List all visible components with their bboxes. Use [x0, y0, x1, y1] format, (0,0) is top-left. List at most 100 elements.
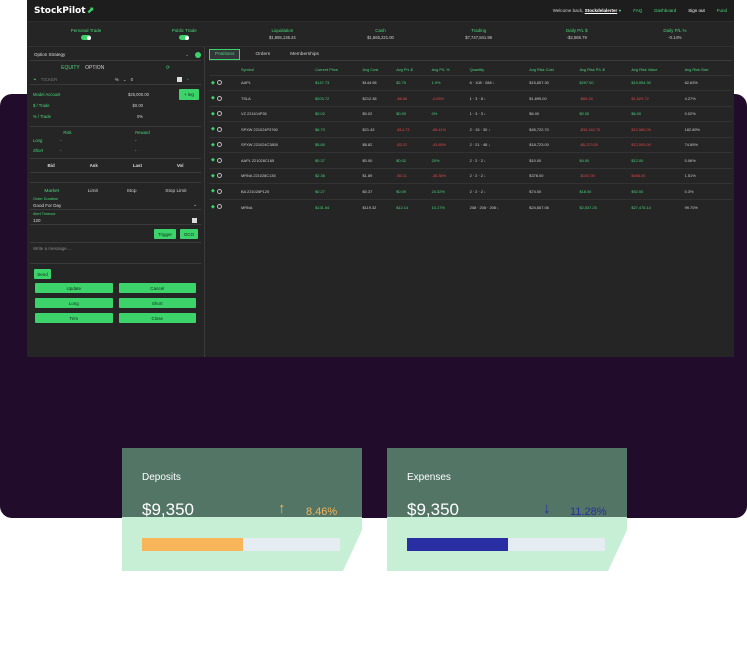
percent-symbol: %	[114, 77, 119, 82]
cell-plpct: 20%	[429, 152, 468, 168]
expand-icon[interactable]: ◆	[211, 142, 215, 148]
short-reward: -	[135, 147, 137, 153]
tab-memberships[interactable]: Memberships	[285, 50, 324, 59]
row-controls: ◆	[209, 167, 239, 184]
row-radio[interactable]	[216, 95, 222, 101]
cell-pl: -$3.22	[394, 136, 430, 153]
expand-icon[interactable]: ◆	[211, 126, 215, 132]
stat-label: Trading	[471, 28, 487, 33]
quantity-value[interactable]: 0	[131, 77, 134, 82]
row-radio[interactable]	[216, 142, 222, 148]
table-row[interactable]: ◆ BA 221028P125 $0.27 $0.37 $0.09 24.32% 2 · 2…	[209, 183, 732, 199]
ticker-input[interactable]	[40, 77, 111, 82]
username-link[interactable]: Stockdelalerter	[585, 8, 618, 13]
column-header[interactable]: Avg P/L $	[394, 65, 429, 75]
table-row[interactable]: ◆ MRNA 221028C135 $2.36 $1.89 -$0.11 -38.36% 2…	[209, 167, 732, 184]
column-header[interactable]: Current Price	[313, 65, 360, 75]
expand-icon[interactable]: ◆	[211, 173, 215, 179]
card-header: Expenses $9,350 ↓ 11.28%	[387, 448, 627, 519]
per-trade-value[interactable]: $0.00	[133, 103, 143, 108]
row-radio[interactable]	[216, 188, 222, 194]
column-header[interactable]: Quantity	[468, 65, 528, 75]
cancel-button[interactable]: Cancel	[118, 283, 196, 293]
equity-option[interactable]: EQUITY	[61, 65, 80, 71]
expand-icon[interactable]: ◆	[211, 95, 215, 101]
strategy-select[interactable]: Option Strategy ⌄	[30, 49, 201, 61]
update-button[interactable]: Update	[35, 283, 113, 293]
chart-icon[interactable]: ◔	[186, 77, 189, 82]
long-button[interactable]: Long	[35, 298, 113, 308]
expand-icon[interactable]: ◆	[211, 80, 215, 86]
chevron-down-icon[interactable]: ⌄	[123, 77, 127, 83]
column-header[interactable]: Avg P/L %	[430, 65, 468, 75]
expand-icon[interactable]: ◆	[211, 204, 215, 210]
column-header[interactable]: Symbol	[239, 65, 313, 75]
close-button[interactable]: Close	[118, 313, 196, 323]
public-trade-toggle[interactable]	[179, 35, 190, 40]
short-button[interactable]: Short	[118, 298, 196, 308]
cell-cost: $1.89	[360, 167, 395, 184]
refresh-icon[interactable]: ⟳	[166, 65, 170, 71]
alert-timeout-checkbox[interactable]	[192, 217, 197, 223]
cell-price: $0.27	[313, 183, 361, 199]
trim-button[interactable]: Trim	[35, 313, 113, 323]
table-row[interactable]: ◆ MRNA $131.54 $119.32 $12.14 10.17% 208 · 208…	[209, 198, 732, 215]
tab-orders[interactable]: Orders	[250, 50, 275, 59]
expand-icon[interactable]: ◆	[211, 111, 215, 117]
column-header[interactable]: Avg Risk Value	[629, 65, 682, 75]
column-header[interactable]: Avg Risk Cost	[527, 65, 577, 75]
progress-fill	[407, 538, 508, 551]
order-type-stop-limit[interactable]: Stop Limit	[165, 189, 186, 194]
send-button[interactable]: Send	[34, 269, 51, 279]
row-radio[interactable]	[216, 111, 222, 117]
cell-rval: $92.00	[629, 183, 683, 199]
add-leg-button[interactable]: + leg	[179, 89, 199, 100]
long-row: Long - -	[30, 135, 201, 145]
table-row[interactable]: ◆ VZ 221104P35 $0.02 $0.02 $0.00 0% 1 · 3 · 3 …	[209, 105, 732, 122]
table-row[interactable]: ◆ SPXW 221024C3800 $5.60 $8.82 -$3.22 -43.65%…	[209, 136, 732, 153]
cell-price: $131.54	[313, 198, 361, 215]
column-header[interactable]: Avg Cost	[361, 65, 395, 75]
table-row[interactable]: ◆ AAPL $147.73 $144.98 $2.75 1.9% 6 · 108 · 28…	[209, 74, 732, 91]
table-row[interactable]: ◆ TSLA $203.72 $212.38 -$8.66 -4.08% 1 · 3 · 8…	[209, 90, 732, 106]
row-radio[interactable]	[216, 126, 222, 132]
message-input[interactable]: Write a message ...	[30, 242, 201, 264]
table-row[interactable]: ◆ SPXW 221024P3760 $6.70 $21.43 -$14.73 -68.4…	[209, 121, 732, 137]
cell-symbol: MRNA	[239, 198, 314, 215]
personal-trade-toggle[interactable]	[81, 35, 92, 40]
row-radio[interactable]	[216, 157, 222, 163]
pct-trade-value[interactable]: 0%	[137, 114, 143, 119]
stat-cash: Cash $1,665,221.00	[331, 28, 429, 40]
ticker-row: ⚭ % ⌄ 0 ◔	[30, 75, 201, 85]
cell-plpct: -43.65%	[429, 136, 468, 153]
nav-faq[interactable]: FAQ	[633, 8, 642, 13]
trigger-button[interactable]: Trigger	[154, 229, 176, 239]
oco-button[interactable]: OCO	[180, 229, 198, 239]
tab-positions[interactable]: Positions	[209, 49, 241, 60]
option-option[interactable]: OPTION	[85, 65, 104, 71]
nav-sign-out[interactable]: Sign out	[688, 8, 705, 13]
order-type-market[interactable]: Market	[44, 189, 59, 194]
ticker-checkbox[interactable]	[177, 77, 183, 82]
order-type-stop[interactable]: Stop	[127, 189, 137, 194]
expand-icon[interactable]: ◆	[211, 157, 215, 163]
nav-fund[interactable]: Fund	[717, 8, 727, 13]
table-row[interactable]: ◆ AAPL 221028C165 $0.37 $0.00 $0.02 20% 2 · 2 …	[209, 152, 732, 168]
row-radio[interactable]	[216, 80, 222, 86]
action-buttons: Update Cancel Long Short Trim Close	[30, 283, 201, 323]
row-radio[interactable]	[216, 173, 222, 179]
add-icon[interactable]	[195, 51, 201, 58]
order-type-limit[interactable]: Limit	[88, 189, 98, 194]
card-title: Deposits	[142, 472, 181, 483]
user-badge-icon: ●	[618, 8, 622, 13]
alert-timeout-input[interactable]: 120	[30, 216, 201, 225]
cell-rsize: 182.89%	[682, 121, 732, 137]
logo[interactable]: StockPilot ⬈	[34, 6, 94, 16]
cell-cost: $0.00	[360, 152, 395, 168]
order-duration-select[interactable]: Good For Day ⌄	[30, 201, 201, 210]
row-radio[interactable]	[216, 204, 222, 210]
nav-dashboard[interactable]: Dashboard	[654, 8, 676, 13]
column-header[interactable]: Avg Risk P/L $	[577, 65, 629, 75]
expand-icon[interactable]: ◆	[211, 188, 215, 194]
column-header[interactable]: Avg Risk Size	[683, 65, 732, 75]
